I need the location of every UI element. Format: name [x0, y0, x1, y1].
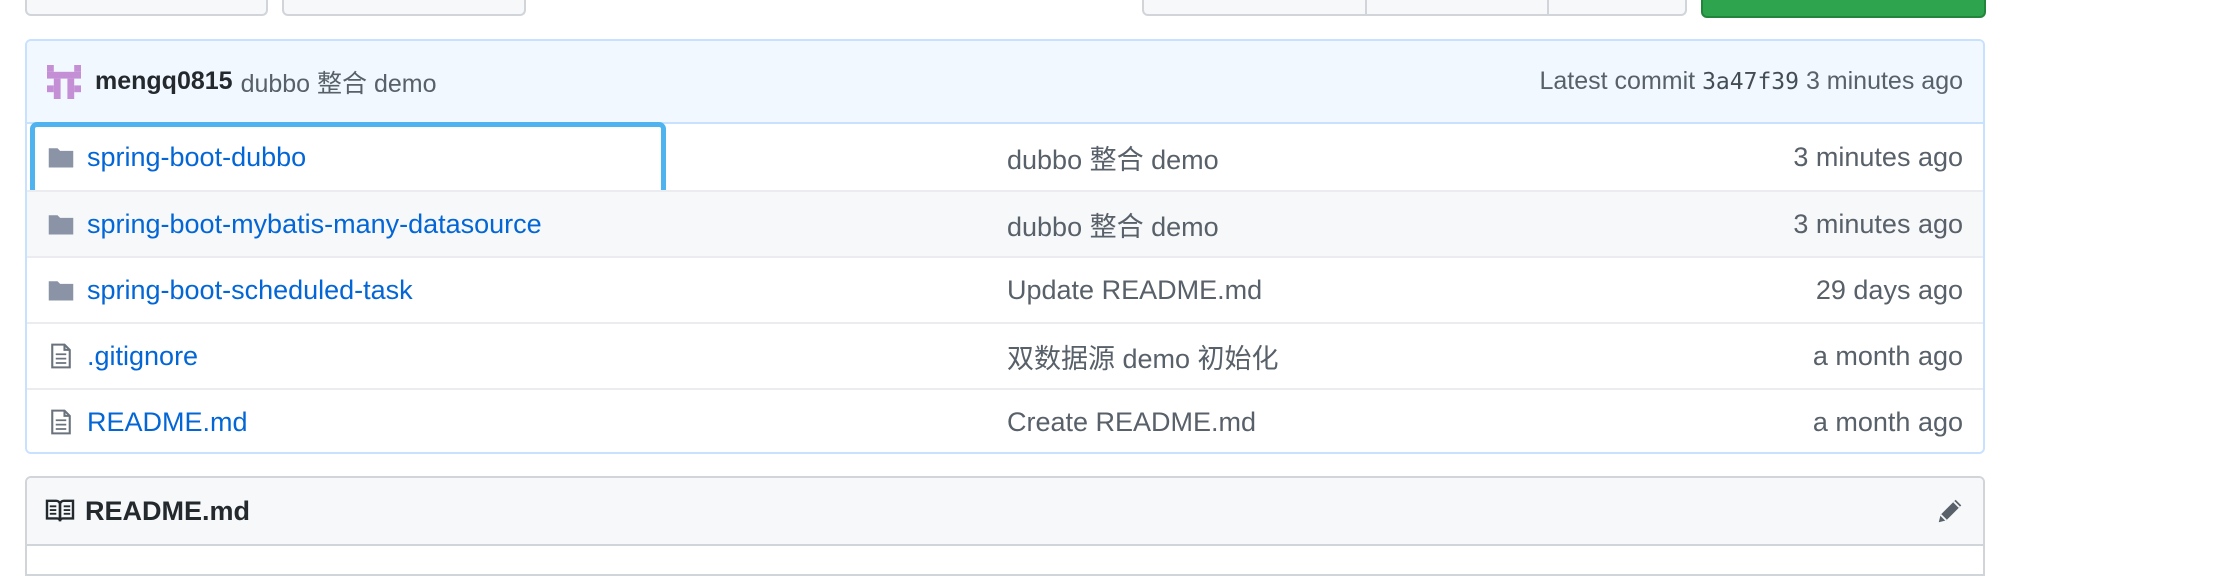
file-actions-button-group — [1142, 0, 1687, 16]
readme-title: README.md — [85, 495, 251, 526]
file-age: 3 minutes ago — [1793, 208, 1963, 239]
upload-files-button[interactable] — [1367, 0, 1549, 14]
file-age: 29 days ago — [1815, 274, 1963, 305]
folder-icon — [48, 148, 74, 168]
file-age: a month ago — [1812, 406, 1963, 437]
commit-sha-link[interactable]: 3a47f39 — [1702, 69, 1799, 95]
file-row[interactable]: spring-boot-mybatis-many-datasource dubbo… — [27, 190, 1983, 256]
file-age: a month ago — [1812, 340, 1963, 371]
create-new-file-button[interactable] — [1144, 0, 1368, 14]
file-age: 3 minutes ago — [1793, 141, 1963, 172]
file-icon — [51, 343, 71, 369]
book-icon — [45, 499, 75, 522]
file-name-link[interactable]: README.md — [87, 407, 1007, 438]
commit-message-link[interactable]: dubbo 整合 demo — [241, 64, 437, 100]
file-name-link[interactable]: spring-boot-mybatis-many-datasource — [87, 209, 1007, 240]
file-name-link[interactable]: spring-boot-scheduled-task — [87, 275, 1007, 306]
file-row[interactable]: README.md Create README.md a month ago — [27, 388, 1983, 452]
identicon-avatar[interactable] — [47, 64, 81, 99]
readme-panel: README.md — [25, 476, 1985, 576]
file-commit-message-link[interactable]: Update README.md — [1007, 275, 1816, 306]
latest-commit-label: Latest commit — [1539, 67, 1696, 95]
branch-select-button[interactable] — [25, 0, 268, 16]
file-row[interactable]: spring-boot-scheduled-task Update README.… — [27, 256, 1983, 322]
pencil-icon[interactable] — [1935, 496, 1965, 526]
file-commit-message-link[interactable]: dubbo 整合 demo — [1007, 138, 1793, 177]
new-pull-request-button[interactable] — [282, 0, 526, 16]
commit-author-link[interactable]: mengq0815 — [95, 67, 233, 96]
clone-download-button[interactable] — [1701, 0, 1986, 18]
folder-icon — [48, 281, 74, 301]
file-name-link[interactable]: spring-boot-dubbo — [87, 142, 1007, 173]
file-row[interactable]: .gitignore 双数据源 demo 初始化 a month ago — [27, 322, 1983, 388]
file-icon — [51, 409, 71, 435]
find-file-button[interactable] — [1549, 0, 1685, 14]
folder-icon — [48, 215, 74, 235]
latest-commit-info: Latest commit 3a47f39 3 minutes ago — [1540, 67, 1964, 96]
file-listing: mengq0815 dubbo 整合 demo Latest commit 3a… — [25, 39, 1985, 454]
latest-commit-bar: mengq0815 dubbo 整合 demo Latest commit 3a… — [27, 41, 1983, 124]
readme-header: README.md — [27, 478, 1983, 546]
file-row[interactable]: spring-boot-dubbo dubbo 整合 demo 3 minutes … — [27, 122, 1983, 196]
file-commit-message-link[interactable]: dubbo 整合 demo — [1007, 205, 1793, 244]
commit-time: 3 minutes ago — [1805, 67, 1963, 95]
file-name-link[interactable]: .gitignore — [87, 341, 1007, 372]
file-commit-message-link[interactable]: Create README.md — [1007, 407, 1813, 438]
file-commit-message-link[interactable]: 双数据源 demo 初始化 — [1007, 337, 1813, 376]
